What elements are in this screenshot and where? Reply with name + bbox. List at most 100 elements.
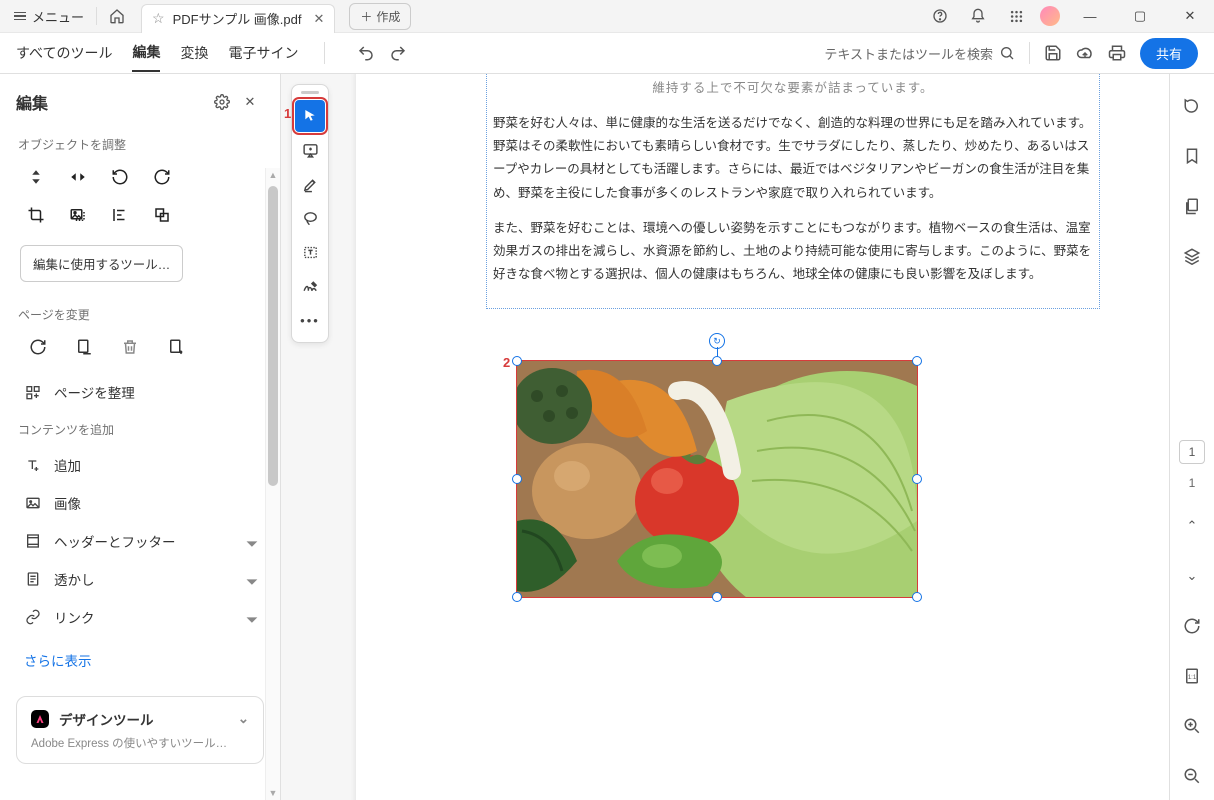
organize-pages-item[interactable]: ページを整理 [0, 373, 280, 411]
rotate-view-button[interactable] [1178, 612, 1206, 640]
add-image-label: 画像 [54, 493, 81, 513]
highlight-icon [302, 176, 319, 193]
edit-tools-button[interactable]: 編集に使用するツール… [20, 245, 183, 282]
star-icon[interactable]: ☆ [152, 10, 165, 27]
tab-all-tools[interactable]: すべてのツール [16, 35, 112, 71]
window-close[interactable]: ✕ [1170, 0, 1210, 32]
search-icon [999, 45, 1015, 61]
resize-handle-n[interactable] [712, 356, 722, 366]
share-button[interactable]: 共有 [1140, 38, 1198, 69]
print-button[interactable] [1108, 44, 1126, 62]
flip-horizontal-button[interactable] [66, 165, 90, 189]
draw-tool[interactable] [295, 202, 325, 234]
redo-button[interactable] [389, 44, 407, 62]
section-add-content: コンテンツを追加 [0, 411, 280, 446]
fit-page-button[interactable]: 1:1 [1178, 662, 1206, 690]
page-number-input[interactable]: 1 [1179, 440, 1205, 464]
new-tab-button[interactable]: ＋ 作成 [349, 3, 411, 30]
add-text-item[interactable]: 追加 [0, 446, 280, 484]
rotate-cw-button[interactable] [150, 165, 174, 189]
header-footer-icon [25, 533, 41, 549]
undo-button[interactable] [357, 44, 375, 62]
scroll-thumb[interactable] [268, 186, 278, 486]
avatar[interactable] [1040, 6, 1060, 26]
insert-page-button[interactable] [164, 335, 188, 359]
watermark-item[interactable]: 透かし ◢ [0, 560, 280, 598]
search-box[interactable]: テキストまたはツールを検索 [824, 44, 1015, 63]
left-scrollbar[interactable]: ▲ ▼ [265, 168, 280, 800]
resize-handle-e[interactable] [912, 474, 922, 484]
text-block[interactable]: 維持する上で不可欠な要素が詰まっています。 野菜を好む人々は、単に健康的な生活を… [486, 74, 1100, 309]
notification-button[interactable] [964, 2, 992, 30]
fit-page-icon: 1:1 [1183, 667, 1201, 685]
chevron-down-icon: ⌄ [1187, 568, 1198, 584]
home-button[interactable] [103, 2, 131, 30]
resize-handle-sw[interactable] [512, 592, 522, 602]
chat-icon [1183, 97, 1201, 115]
help-button[interactable] [926, 2, 954, 30]
link-item[interactable]: リンク ◢ [0, 598, 280, 636]
design-tools-card[interactable]: デザインツール ⌄ Adobe Express の使いやすいツール… [16, 696, 264, 764]
home-icon [109, 8, 125, 24]
window-maximize[interactable]: ▢ [1120, 0, 1160, 32]
menu-button[interactable]: メニュー [8, 3, 90, 30]
rotate-page-button[interactable] [26, 335, 50, 359]
cloud-button[interactable] [1076, 44, 1094, 62]
zoom-in-button[interactable] [1178, 712, 1206, 740]
header-footer-item[interactable]: ヘッダーとフッター ◢ [0, 522, 280, 560]
resize-handle-se[interactable] [912, 592, 922, 602]
document-area[interactable]: 維持する上で不可欠な要素が詰まっています。 野菜を好む人々は、単に健康的な生活を… [281, 74, 1169, 800]
zoom-out-button[interactable] [1178, 762, 1206, 790]
resize-handle-s[interactable] [712, 592, 722, 602]
comment-icon [302, 142, 319, 159]
tab-convert[interactable]: 変換 [180, 35, 208, 71]
resize-handle-w[interactable] [512, 474, 522, 484]
page-up-button[interactable]: ⌃ [1178, 512, 1206, 540]
resize-handle-nw[interactable] [512, 356, 522, 366]
selected-image[interactable]: 2 ↻ [516, 360, 918, 598]
more-tools[interactable]: ••• [295, 304, 325, 336]
header-footer-label: ヘッダーとフッター [54, 531, 176, 551]
panel-close-button[interactable]: ✕ [236, 88, 264, 116]
bookmarks-panel-button[interactable] [1178, 142, 1206, 170]
text-line-0: 維持する上で不可欠な要素が詰まっています。 [493, 77, 1093, 100]
pdf-page[interactable]: 維持する上で不可欠な要素が詰まっています。 野菜を好む人々は、単に健康的な生活を… [356, 74, 1169, 800]
select-tool[interactable] [295, 100, 325, 132]
window-minimize[interactable]: — [1070, 0, 1110, 32]
align-button[interactable] [108, 203, 132, 227]
scroll-down-icon[interactable]: ▼ [266, 786, 280, 800]
highlight-tool[interactable] [295, 168, 325, 200]
left-panel: 編集 ✕ オブジェクトを調整 編集に使用するツール… ページを変更 [0, 74, 281, 800]
comments-panel-button[interactable] [1178, 92, 1206, 120]
quick-tools-toolbar[interactable]: 1 ••• [291, 84, 329, 343]
rotate-ccw-button[interactable] [108, 165, 132, 189]
add-image-item[interactable]: 画像 [0, 484, 280, 522]
crop-button[interactable] [24, 203, 48, 227]
scroll-up-icon[interactable]: ▲ [266, 168, 280, 182]
textbox-tool[interactable] [295, 236, 325, 268]
resize-handle-ne[interactable] [912, 356, 922, 366]
panel-settings-button[interactable] [208, 88, 236, 116]
sign-tool[interactable] [295, 270, 325, 302]
tab-esign[interactable]: 電子サイン [228, 35, 298, 71]
replace-image-button[interactable] [66, 203, 90, 227]
page-down-button[interactable]: ⌄ [1178, 562, 1206, 590]
document-tab[interactable]: ☆ PDFサンプル 画像.pdf ✕ [141, 4, 335, 33]
annotation-marker-1: 1 [284, 106, 291, 121]
arrange-button[interactable] [150, 203, 174, 227]
tab-close-button[interactable]: ✕ [313, 11, 324, 27]
crop-icon [27, 206, 45, 224]
flip-vertical-button[interactable] [24, 165, 48, 189]
delete-page-button[interactable] [118, 335, 142, 359]
apps-button[interactable] [1002, 2, 1030, 30]
extract-page-button[interactable] [72, 335, 96, 359]
layers-panel-button[interactable] [1178, 242, 1206, 270]
toolbar-drag-handle[interactable] [301, 91, 319, 94]
section-adjust-object: オブジェクトを調整 [0, 126, 280, 161]
tab-edit[interactable]: 編集 [132, 34, 160, 72]
pages-panel-button[interactable] [1178, 192, 1206, 220]
save-button[interactable] [1044, 44, 1062, 62]
comment-tool[interactable] [295, 134, 325, 166]
help-icon [932, 8, 948, 24]
show-more-link[interactable]: さらに表示 [0, 636, 280, 684]
